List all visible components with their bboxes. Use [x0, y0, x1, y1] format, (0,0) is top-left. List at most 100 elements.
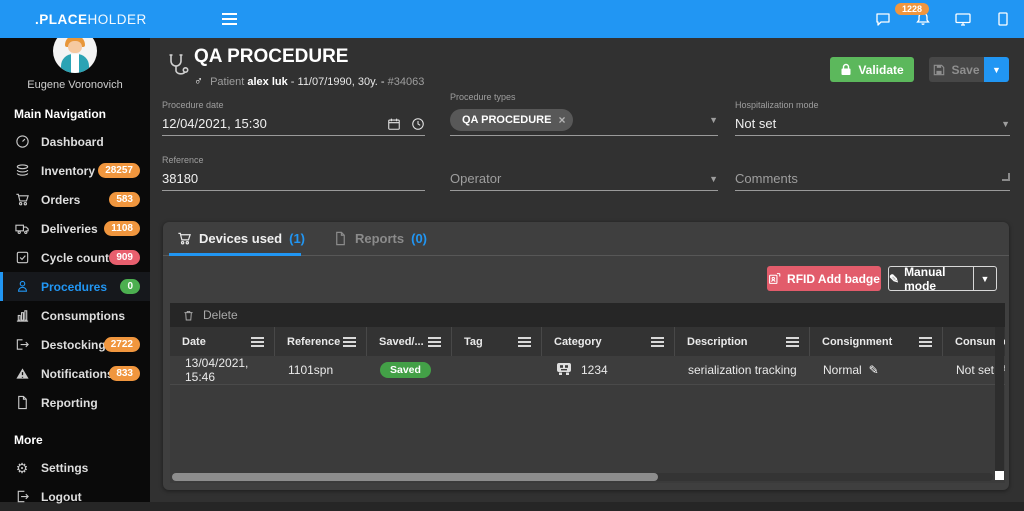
rfid-add-badge-button[interactable]: RFID Add badge: [767, 266, 881, 291]
logout-icon: [14, 489, 30, 505]
box-out-icon: [14, 337, 30, 353]
column-menu-icon[interactable]: [251, 337, 264, 347]
devices-card: Devices used (1) Reports (0) RFID Add ba…: [163, 222, 1009, 490]
procedure-type-chip: QA PROCEDURE ×: [450, 109, 573, 131]
hospitalization-mode-field: Hospitalization mode Not set ▼: [735, 100, 1010, 136]
person-icon: [14, 279, 30, 295]
warning-icon: [14, 366, 30, 382]
main-content: QA PROCEDURE ♂ Patient alex luk - 11/07/…: [150, 38, 1024, 502]
procedure-date-input[interactable]: [162, 116, 387, 131]
pencil-icon: ✎: [889, 272, 899, 286]
chevron-down-icon[interactable]: ▼: [709, 115, 718, 125]
deliveries-count-badge: 1108: [104, 221, 140, 236]
sidebar-item-logout[interactable]: Logout: [0, 482, 150, 511]
save-dropdown-button[interactable]: ▼: [984, 57, 1009, 82]
column-menu-icon[interactable]: [786, 337, 799, 347]
comments-field: [735, 167, 1010, 191]
tab-devices-used[interactable]: Devices used (1): [163, 222, 319, 255]
trash-icon: [182, 309, 195, 322]
cell-category: 1234: [542, 356, 675, 384]
clock-icon[interactable]: [411, 117, 425, 131]
sidebar-item-cycle-counts[interactable]: Cycle counts 909: [0, 243, 150, 272]
chat-count-badge: 1228: [895, 3, 929, 15]
comments-input[interactable]: [735, 171, 1002, 186]
patient-info: ♂ Patient alex luk - 11/07/1990, 30y. - …: [194, 74, 424, 88]
nav-heading-main: Main Navigation: [0, 91, 150, 127]
calendar-icon[interactable]: [387, 117, 401, 131]
column-menu-icon[interactable]: [518, 337, 531, 347]
user-name: Eugene Voronovich: [0, 79, 150, 91]
chevron-down-icon[interactable]: ▼: [1001, 119, 1010, 129]
monitor-icon[interactable]: [954, 10, 972, 28]
operator-input[interactable]: [450, 171, 709, 186]
checkbox-icon: [14, 250, 30, 266]
manual-mode-button[interactable]: ✎ Manual mode: [889, 267, 973, 290]
logout-door-icon[interactable]: [994, 10, 1012, 28]
devices-table: Delete Date Reference Saved/... Tag Cate…: [170, 303, 1005, 483]
top-bar: .PLACEHOLDER: [0, 0, 1024, 38]
tab-bar: Devices used (1) Reports (0): [163, 222, 1009, 256]
tab-reports[interactable]: Reports (0): [319, 222, 441, 255]
procedure-date-field: Procedure date: [162, 100, 425, 136]
cell-reference: 1101spn: [275, 356, 367, 384]
sidebar-item-consumptions[interactable]: Consumptions: [0, 301, 150, 330]
table-header-row: Date Reference Saved/... Tag Category De…: [170, 327, 1005, 356]
horizontal-scrollbar[interactable]: [172, 473, 993, 481]
column-menu-icon[interactable]: [428, 337, 441, 347]
bar-chart-icon: [14, 308, 30, 324]
app-logo: .PLACEHOLDER: [35, 12, 147, 27]
page-title: QA PROCEDURE: [194, 46, 348, 68]
destocking-count-badge: 2722: [104, 337, 140, 352]
sidebar-item-reporting[interactable]: Reporting: [0, 388, 150, 417]
user-profile[interactable]: Eugene Voronovich: [0, 29, 150, 91]
sidebar-item-inventory[interactable]: Inventory 28257: [0, 156, 150, 185]
chip-remove-icon[interactable]: ×: [558, 113, 565, 127]
sidebar-item-dashboard[interactable]: Dashboard: [0, 127, 150, 156]
column-menu-icon[interactable]: [919, 337, 932, 347]
male-icon: ♂: [194, 74, 203, 88]
sidebar: Eugene Voronovich Main Navigation Dashbo…: [0, 38, 150, 502]
cell-consignment: Normal ✎: [810, 356, 943, 384]
sidebar-item-procedures[interactable]: Procedures 0: [0, 272, 150, 301]
comments-textarea[interactable]: [735, 167, 1010, 191]
hamburger-menu-icon[interactable]: [222, 13, 237, 25]
sidebar-item-notifications[interactable]: Notifications 833: [0, 359, 150, 388]
manual-mode-dropdown[interactable]: ▼: [973, 267, 996, 290]
vertical-scrollbar[interactable]: [995, 327, 1004, 472]
sidebar-item-deliveries[interactable]: Deliveries 1108: [0, 214, 150, 243]
delete-button[interactable]: Delete: [203, 308, 238, 322]
cell-description: serialization tracking: [675, 356, 810, 384]
manual-mode-group: ✎ Manual mode ▼: [888, 266, 997, 291]
table-row[interactable]: 13/04/2021, 15:46 1101spn Saved 1234 ser…: [170, 356, 1005, 385]
procedure-types-field: Procedure types QA PROCEDURE × ▼: [450, 92, 718, 136]
patient-id: #34063: [388, 76, 425, 88]
procedure-types-select[interactable]: QA PROCEDURE × ▼: [450, 104, 718, 136]
sidebar-item-settings[interactable]: ⚙ Settings: [0, 453, 150, 482]
operator-select[interactable]: ▼: [450, 167, 718, 191]
chevron-down-icon[interactable]: ▼: [709, 174, 718, 184]
gear-icon: ⚙: [14, 460, 30, 476]
inventory-count-badge: 28257: [98, 163, 140, 178]
logo-light: HOLDER: [88, 12, 147, 27]
file-icon: [14, 395, 30, 411]
edit-pencil-icon[interactable]: ✎: [869, 363, 879, 377]
scrollbar-corner: [995, 471, 1004, 480]
column-menu-icon[interactable]: [651, 337, 664, 347]
scrollbar-thumb[interactable]: [172, 473, 658, 481]
orders-count-badge: 583: [109, 192, 140, 207]
table-toolbar: Delete: [170, 303, 1005, 327]
save-button[interactable]: Save: [929, 57, 984, 82]
dashboard-icon: [14, 134, 30, 150]
reference-input[interactable]: [162, 171, 425, 186]
resize-handle[interactable]: [1002, 173, 1010, 181]
validate-button[interactable]: Validate: [830, 57, 914, 82]
column-menu-icon[interactable]: [343, 337, 356, 347]
sidebar-item-destocking[interactable]: Destocking 2722: [0, 330, 150, 359]
stethoscope-icon: [164, 52, 190, 85]
sidebar-item-orders[interactable]: Orders 583: [0, 185, 150, 214]
notifications-count-badge: 833: [109, 366, 140, 381]
saved-status-badge: Saved: [380, 362, 431, 378]
cart-icon: [14, 192, 30, 208]
chat-icon[interactable]: [874, 10, 892, 28]
hospitalization-mode-select[interactable]: Not set ▼: [735, 112, 1010, 136]
